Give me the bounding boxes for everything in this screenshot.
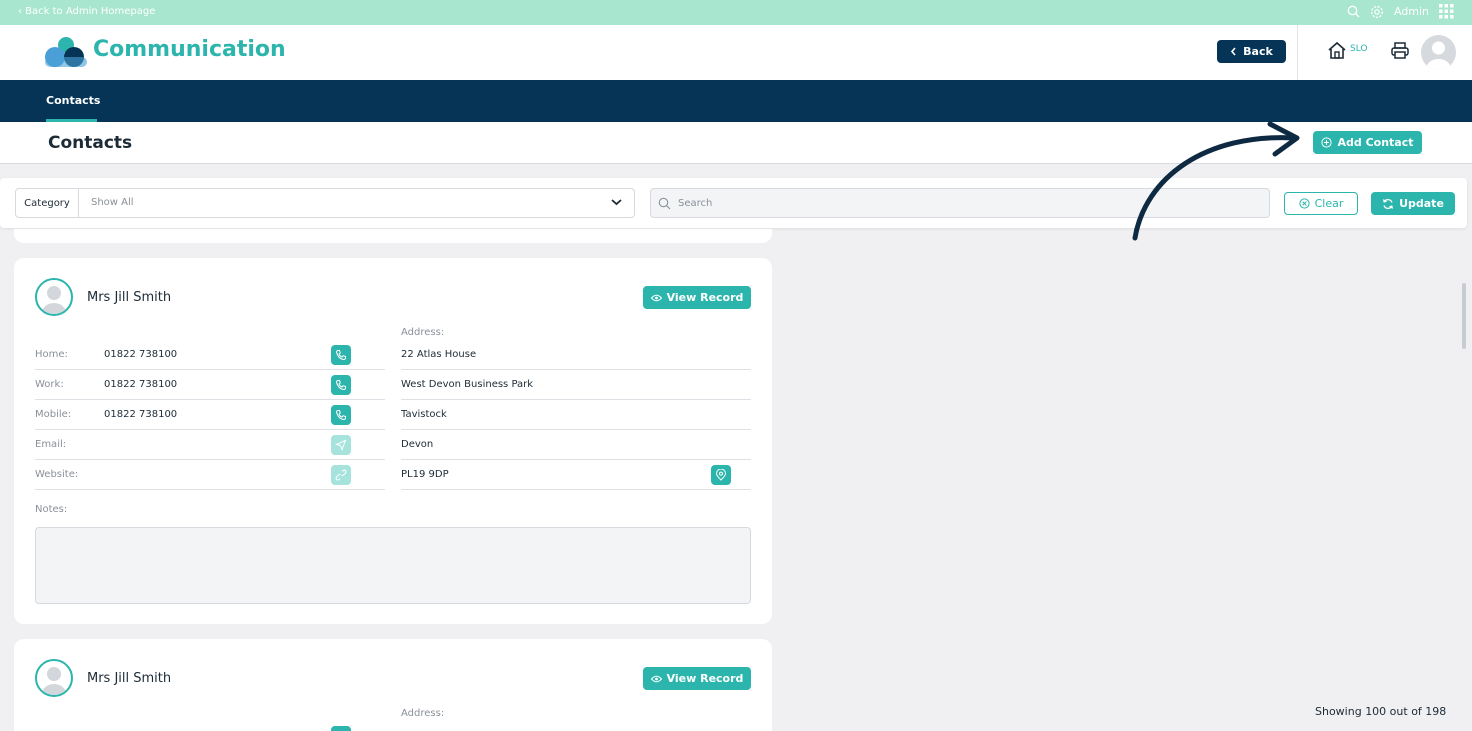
home-icon[interactable] [1327,41,1347,60]
update-button[interactable]: Update [1371,192,1455,215]
contact-card: Mrs Jill Smith View Record Address: Home… [14,258,772,624]
search-icon[interactable] [1347,5,1360,18]
address-line: West Devon Business Park [401,370,751,400]
view-record-button[interactable]: View Record [643,667,751,690]
user-silhouette-icon [42,286,66,314]
phone-row-mobile: Mobile: 01822 738100 [35,400,385,430]
view-record-label: View Record [666,291,744,304]
eye-icon [650,294,662,301]
view-record-label: View Record [666,672,744,685]
chevron-left-icon [1231,47,1236,56]
annotation-arrow-icon [1132,121,1300,241]
phone-row-work: Work: 01822 738100 [35,370,385,400]
category-value: Show All [91,197,134,208]
phone-icon[interactable] [331,726,351,731]
contact-card: Mrs Jill Smith View Record Address: [14,639,772,731]
phone-row-home: Home: 01822 738100 [35,340,385,370]
tab-contacts[interactable]: Contacts [46,94,100,107]
address-line-text: Tavistock [401,409,447,420]
app-header: Communication Back SLO [0,25,1472,80]
back-button-label: Back [1243,45,1273,58]
apps-grid-icon[interactable] [1439,4,1454,19]
communication-logo-icon [45,37,87,67]
phone-icon[interactable] [331,345,351,365]
row-value: 01822 738100 [104,379,178,390]
contact-avatar [35,659,73,697]
admin-label[interactable]: Admin [1394,5,1429,18]
user-avatar[interactable] [1421,35,1456,70]
category-label: Category [16,189,79,217]
top-strip: ‹ Back to Admin Homepage Admin [0,0,1472,25]
plus-circle-icon [1321,137,1333,148]
update-label: Update [1399,197,1444,210]
address-line: Tavistock [401,400,751,430]
address-line-text: PL19 9DP [401,469,449,480]
printer-icon[interactable] [1390,41,1410,60]
add-contact-label: Add Contact [1337,136,1414,149]
notes-field[interactable] [35,527,751,604]
notes-label: Notes: [35,504,68,515]
view-record-button[interactable]: View Record [643,286,751,309]
gear-icon[interactable] [1370,5,1384,19]
user-silhouette-icon [1426,41,1451,70]
send-icon [331,435,351,455]
address-line: PL19 9DP [401,460,751,490]
nav-bar: Contacts [0,80,1472,122]
address-label: Address: [401,327,445,338]
user-silhouette-icon [42,667,66,695]
scrollbar[interactable] [1462,283,1466,349]
slo-label: SLO [1350,44,1368,54]
row-label: Mobile: [35,409,72,420]
add-contact-button[interactable]: Add Contact [1313,131,1422,154]
search-icon [658,197,671,210]
address-line-text: 22 Atlas House [401,349,477,360]
website-row: Website: [35,460,385,490]
address-line: Devon [401,430,751,460]
refresh-icon [1383,198,1394,209]
phone-icon[interactable] [331,375,351,395]
row-value: 01822 738100 [104,349,178,360]
contact-name: Mrs Jill Smith [87,671,172,686]
row-label: Home: [35,349,68,360]
top-right-tools: Admin [1347,4,1454,19]
address-line: 22 Atlas House [401,340,751,370]
row-label: Work: [35,379,64,390]
previous-card-edge [14,229,772,243]
row-label: Website: [35,469,79,480]
chevron-down-icon [611,199,622,206]
header-divider [1297,25,1298,80]
row-value: 01822 738100 [104,409,178,420]
clear-label: Clear [1314,197,1344,210]
map-pin-icon[interactable] [711,465,731,485]
eye-icon [650,675,662,682]
link-icon [331,465,351,485]
address-line-text: West Devon Business Park [401,379,534,390]
contact-name: Mrs Jill Smith [87,290,172,305]
category-select[interactable]: Category Show All [15,188,635,218]
results-count: Showing 100 out of 198 [1315,705,1447,718]
back-button[interactable]: Back [1217,40,1286,63]
contact-avatar [35,278,73,316]
page-title: Contacts [48,133,133,153]
address-label: Address: [401,708,445,719]
row-label: Email: [35,439,67,450]
email-row: Email: [35,430,385,460]
phone-icon[interactable] [331,405,351,425]
back-to-admin-link[interactable]: ‹ Back to Admin Homepage [18,6,155,17]
app-title: Communication [93,37,286,62]
address-line-text: Devon [401,439,434,450]
